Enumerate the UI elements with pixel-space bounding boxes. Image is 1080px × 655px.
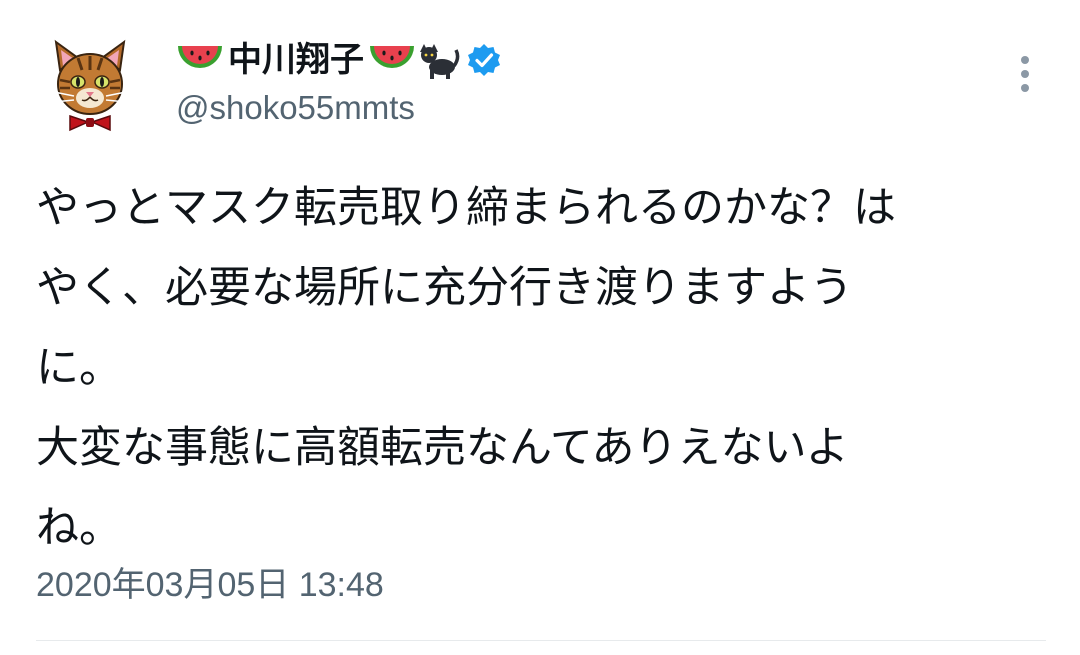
menu-dot	[1021, 56, 1029, 64]
tweet: 中川翔子 @shoko55mmts やっとマスク転売取り締まられるのかな？は や…	[0, 0, 1080, 655]
more-options-icon[interactable]	[1018, 56, 1032, 92]
tweet-timestamp[interactable]: 2020年03月05日 13:48	[36, 560, 384, 610]
avatar[interactable]	[48, 36, 132, 132]
divider	[36, 640, 1046, 641]
tweet-text-line: ね。	[36, 503, 122, 553]
menu-dot	[1021, 70, 1029, 78]
display-name: 中川翔子	[228, 40, 364, 80]
tweet-header: 中川翔子 @shoko55mmts	[176, 36, 502, 130]
tweet-text-line: 大変な事態に高額転売なんてありえないよ	[36, 423, 849, 473]
user-handle[interactable]: @shoko55mmts	[176, 86, 502, 130]
display-name-row[interactable]: 中川翔子	[176, 36, 502, 84]
tweet-text: やっとマスク転売取り締まられるのかな？は やく、必要な場所に充分行き渡りますよう…	[36, 168, 1046, 568]
black-cat-icon	[420, 44, 460, 79]
verified-badge-icon[interactable]	[466, 42, 502, 78]
tweet-text-line: やく、必要な場所に充分行き渡りますよう	[36, 263, 853, 313]
watermelon-icon	[178, 46, 222, 68]
tweet-text-line: に。	[36, 343, 122, 393]
tweet-text-line: やっとマスク転売取り締まられるのかな？は	[36, 183, 896, 233]
watermelon-icon	[370, 46, 414, 68]
menu-dot	[1021, 84, 1029, 92]
